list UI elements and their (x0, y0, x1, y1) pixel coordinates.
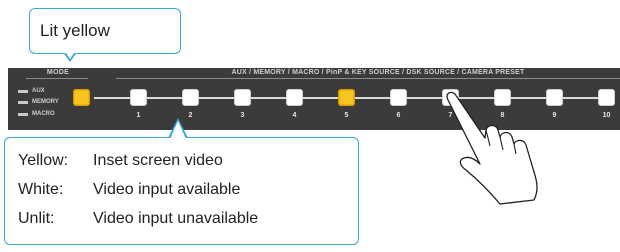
source-button-1[interactable] (130, 89, 147, 106)
legend-row-white: White: Video input available (18, 181, 240, 199)
indicator-label: MEMORY (32, 99, 59, 105)
pointing-hand-icon (446, 91, 538, 205)
bank-label: AUX / MEMORY / MACRO / PinP & KEY SOURCE… (231, 69, 525, 76)
legend-value: Video input unavailable (93, 210, 259, 227)
source-button-2[interactable] (182, 89, 199, 106)
source-button-3[interactable] (234, 89, 251, 106)
source-button-4[interactable] (286, 89, 303, 106)
legend-row-unlit: Unlit: Video input unavailable (18, 210, 258, 228)
mode-label: MODE (46, 69, 70, 76)
legend-pointer-fill (170, 121, 186, 139)
indicator-macro: MACRO (18, 111, 55, 117)
led-icon (18, 100, 28, 104)
button-number: 1 (136, 112, 141, 119)
legend-key: Yellow: (18, 152, 69, 169)
button-number: 4 (292, 112, 297, 119)
callout-lit-yellow: Lit yellow (29, 8, 181, 54)
button-number: 5 (344, 112, 349, 119)
callout-text: Lit yellow (40, 21, 110, 40)
button-number: 3 (240, 112, 245, 119)
mode-button[interactable] (73, 89, 90, 106)
mode-divider (26, 78, 88, 79)
legend-row-yellow: Yellow: Inset screen video (18, 152, 223, 170)
source-button-10[interactable] (598, 89, 615, 106)
indicator-memory: MEMORY (18, 99, 59, 105)
button-number: 6 (396, 112, 401, 119)
legend-key: Unlit: (18, 210, 55, 227)
legend-key: White: (18, 181, 64, 198)
led-icon (18, 89, 28, 93)
indicator-label: MACRO (32, 111, 55, 117)
bank-divider (116, 78, 620, 79)
indicator-aux: AUX (18, 88, 45, 94)
legend-value: Inset screen video (93, 152, 223, 169)
legend-callout: Yellow: Inset screen video White: Video in… (4, 137, 359, 245)
led-icon (18, 112, 28, 116)
legend-value: Video input available (93, 181, 241, 198)
source-button-6[interactable] (390, 89, 407, 106)
indicator-label: AUX (32, 88, 45, 94)
button-number: 10 (602, 112, 611, 119)
callout-pointer-fill (62, 47, 78, 59)
source-button-5[interactable] (338, 89, 355, 106)
